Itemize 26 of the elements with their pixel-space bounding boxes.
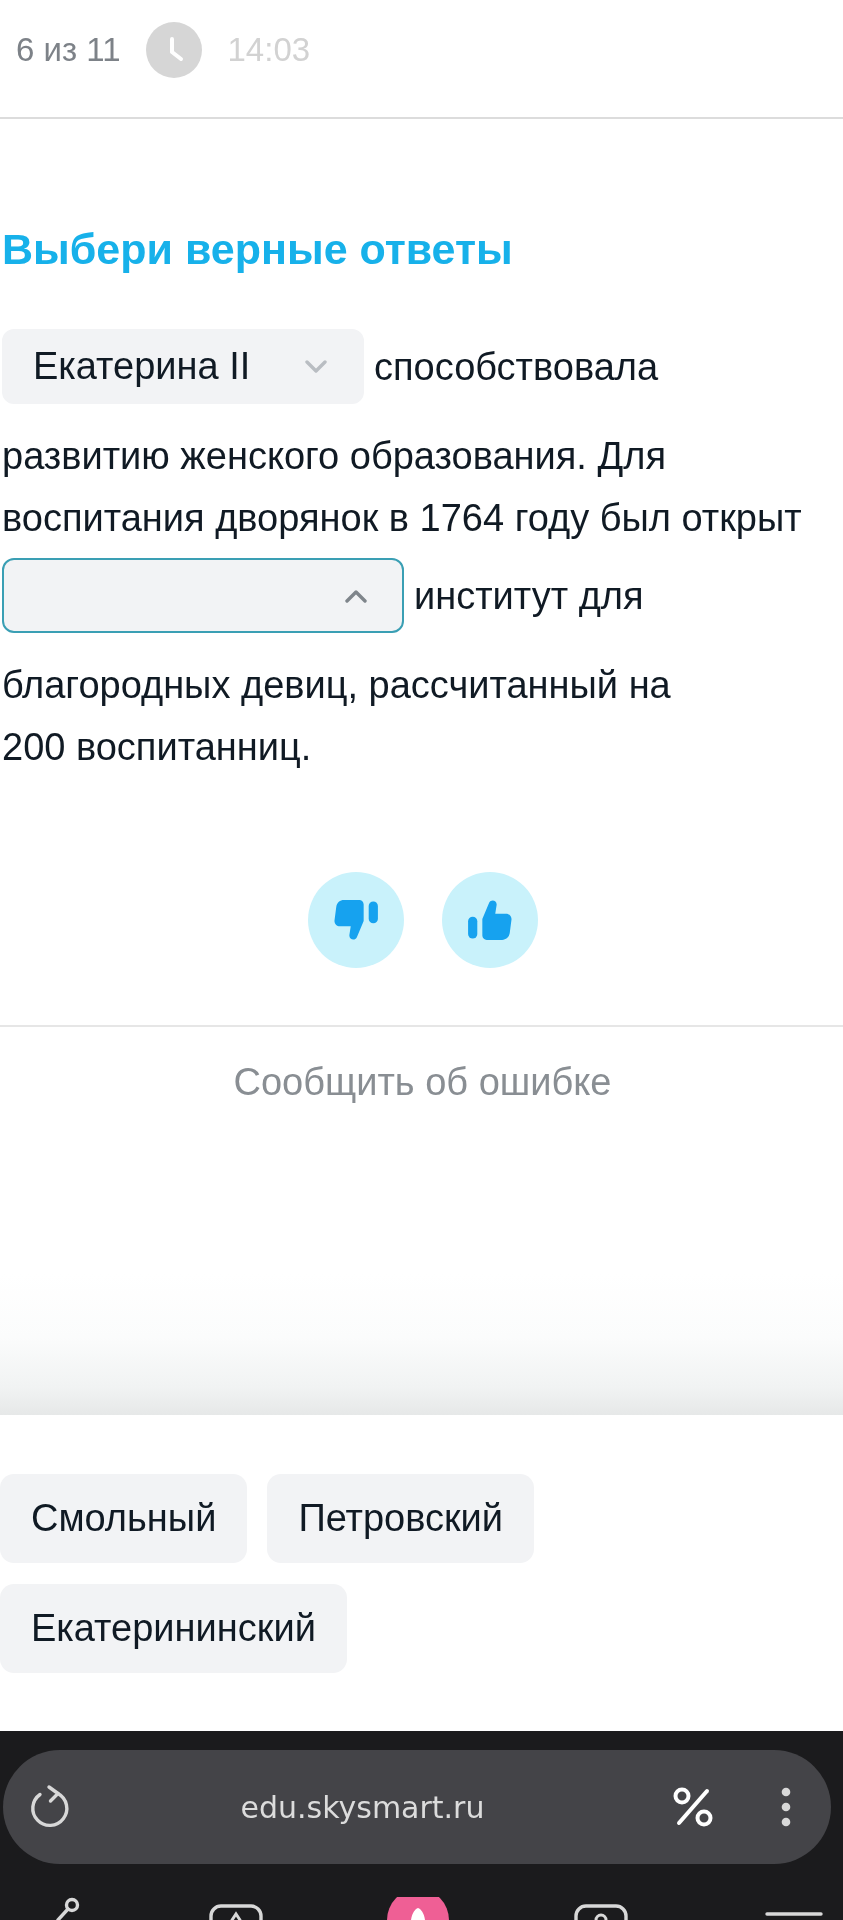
answer-dropdown[interactable]: Екатерина II [2,329,364,404]
chevron-up-icon [344,588,368,603]
answer-dropdown[interactable] [2,558,404,633]
round-app-icon[interactable] [387,1897,449,1920]
question-text: способствовала [374,344,659,390]
url-text: edu.skysmart.ru [239,1789,486,1825]
question-text: 200 воспитанниц. [2,725,312,770]
tab-square-icon[interactable] [209,1904,263,1920]
thumbs-up-icon [466,899,513,941]
percent-icon[interactable] [673,1787,713,1827]
task-title: Выбери верные ответы [2,225,513,273]
thumbs-down-icon [332,899,379,941]
tab-square-icon[interactable] [574,1904,628,1920]
answer-option[interactable]: Петровский [267,1474,535,1563]
more-menu-icon[interactable] [781,1787,791,1827]
question-text: воспитания дворянок в 1764 году был открыт [2,496,802,541]
question-text: благородных девиц, рассчитанный на [2,663,671,708]
question-text: развитию женского образования. Для [2,434,666,479]
chevron-down-icon [304,359,328,374]
answer-option[interactable]: Смольный [0,1474,248,1563]
question-text: институт для [414,573,644,619]
address-bar[interactable]: edu.skysmart.ru [3,1750,831,1864]
question-counter: 6 из 11 [16,31,121,69]
answer-option[interactable]: Екатерининский [0,1584,347,1673]
clock-icon [145,22,202,78]
reload-icon[interactable] [28,1784,72,1830]
